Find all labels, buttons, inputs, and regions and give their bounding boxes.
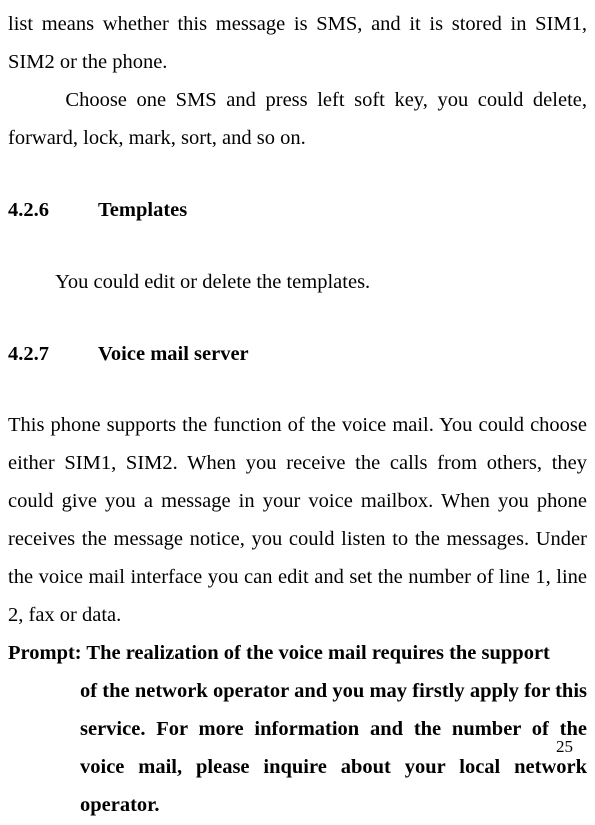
prompt-first-line: Prompt: The realization of the voice mai… <box>8 635 587 673</box>
page-number: 25 <box>556 737 573 757</box>
intro-paragraph-2: Choose one SMS and press left soft key, … <box>8 82 587 158</box>
voicemail-body: This phone supports the function of the … <box>8 407 587 635</box>
templates-body: You could edit or delete the templates. <box>8 264 587 302</box>
section-title: Voice mail server <box>98 336 249 374</box>
section-title: Templates <box>98 192 187 230</box>
section-heading-templates: 4.2.6 Templates <box>8 192 587 230</box>
section-number: 4.2.7 <box>8 336 98 374</box>
intro-paragraph-1: list means whether this message is SMS, … <box>8 6 587 82</box>
prompt-first-text: The realization of the voice mail requir… <box>86 642 550 664</box>
section-number: 4.2.6 <box>8 192 98 230</box>
section-heading-voicemail: 4.2.7 Voice mail server <box>8 336 587 374</box>
prompt-continuation: of the network operator and you may firs… <box>8 673 587 825</box>
prompt-label: Prompt: <box>8 642 86 664</box>
